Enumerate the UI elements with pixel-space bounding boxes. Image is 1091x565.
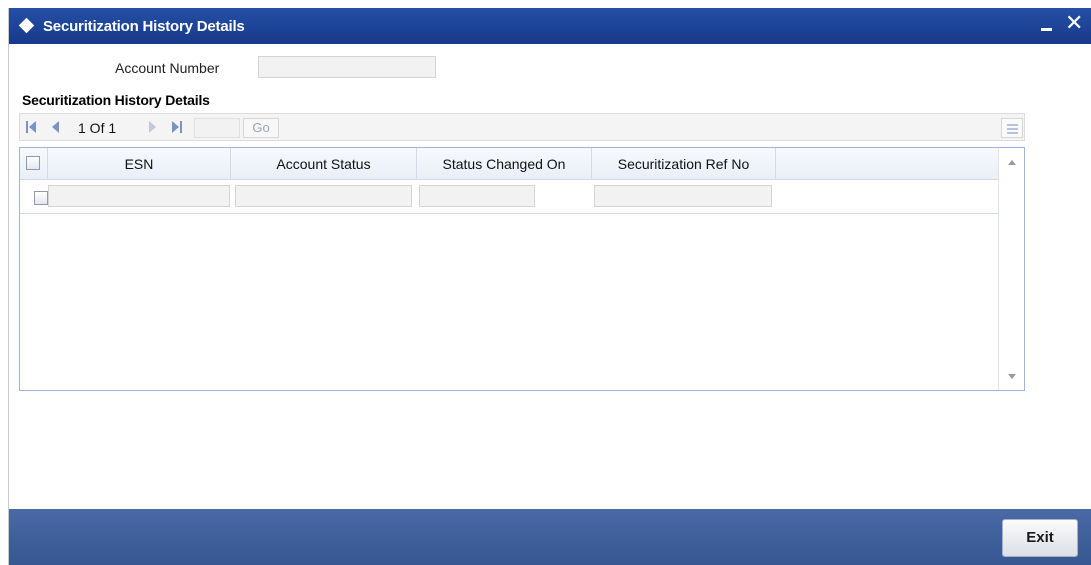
esn-field[interactable] bbox=[48, 185, 230, 207]
account-number-label: Account Number bbox=[115, 60, 220, 76]
securitization-history-window: Securitization History Details ✕ Account… bbox=[8, 8, 1091, 565]
exit-button[interactable]: Exit bbox=[1002, 519, 1078, 557]
title-bar: Securitization History Details ✕ bbox=[9, 8, 1091, 44]
account-status-field[interactable] bbox=[235, 185, 412, 207]
grid-settings-icon[interactable] bbox=[1001, 118, 1023, 138]
scroll-down-icon[interactable] bbox=[1008, 374, 1016, 379]
column-header-account-status[interactable]: Account Status bbox=[231, 148, 417, 180]
pager-toolbar: 1 Of 1 Go bbox=[19, 113, 1025, 141]
status-changed-on-field[interactable] bbox=[419, 185, 535, 207]
header-select-cell bbox=[20, 148, 48, 180]
securitization-ref-no-field[interactable] bbox=[594, 185, 772, 207]
page-indicator: 1 Of 1 bbox=[78, 120, 117, 136]
select-all-checkbox[interactable] bbox=[26, 156, 40, 170]
window-title: Securitization History Details bbox=[43, 18, 245, 35]
column-header-status-changed-on[interactable]: Status Changed On bbox=[417, 148, 592, 180]
row-select-checkbox[interactable] bbox=[34, 191, 48, 205]
scroll-up-icon[interactable] bbox=[1008, 160, 1016, 165]
section-title: Securitization History Details bbox=[22, 92, 210, 108]
grid-scrollbar[interactable] bbox=[998, 148, 1024, 390]
diamond-icon bbox=[18, 17, 35, 34]
footer-bar: Exit bbox=[9, 509, 1091, 565]
page-number-input[interactable] bbox=[194, 118, 240, 138]
history-grid: ESN Account Status Status Changed On Sec… bbox=[19, 147, 1025, 391]
column-header-securitization-ref-no[interactable]: Securitization Ref No bbox=[592, 148, 776, 180]
minimize-icon[interactable] bbox=[1041, 28, 1052, 31]
go-button[interactable]: Go bbox=[243, 118, 279, 138]
table-row bbox=[20, 181, 998, 214]
account-number-field[interactable] bbox=[258, 56, 436, 78]
column-header-esn[interactable]: ESN bbox=[48, 148, 231, 180]
close-icon[interactable]: ✕ bbox=[1065, 11, 1083, 35]
grid-header: ESN Account Status Status Changed On Sec… bbox=[20, 148, 998, 180]
